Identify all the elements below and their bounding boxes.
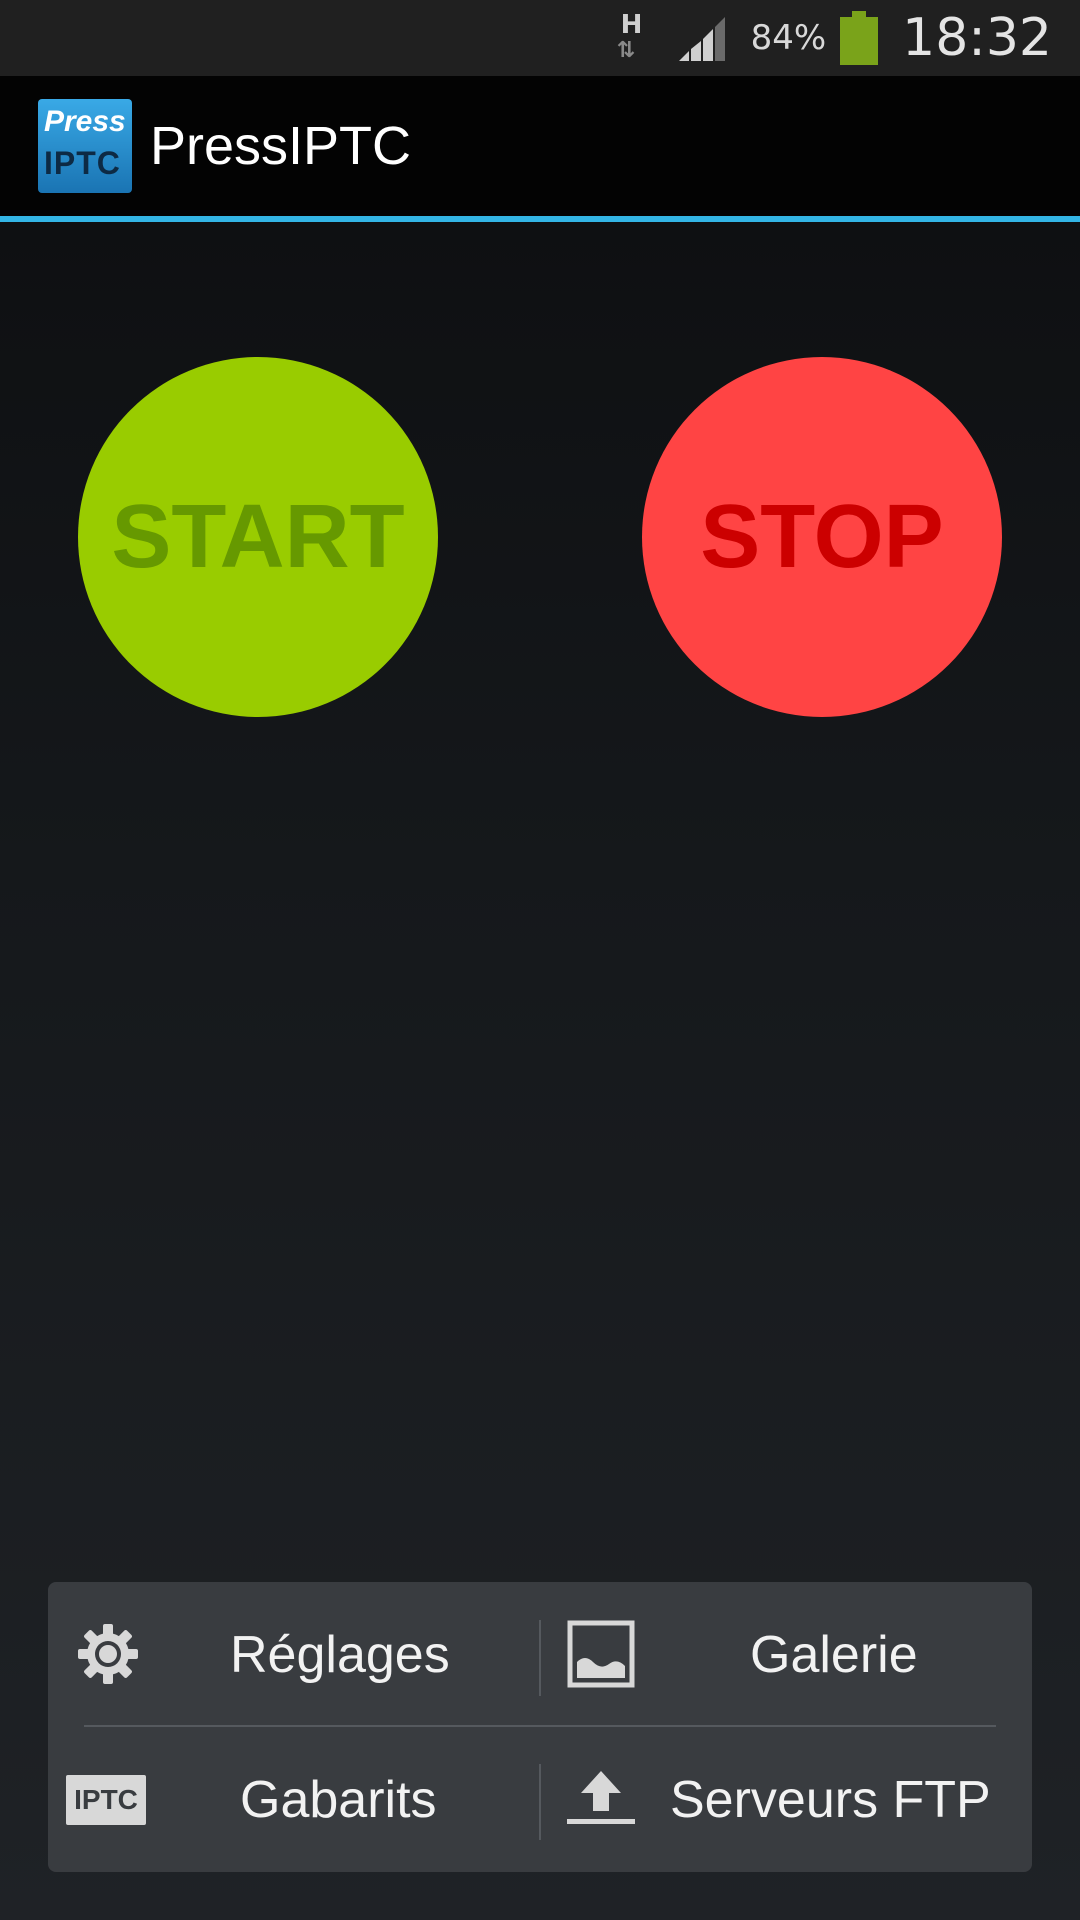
- iptc-badge-text: IPTC: [74, 1784, 138, 1815]
- status-bar: H ⇅ 84% 18:32: [0, 0, 1080, 76]
- battery-percent: 84%: [750, 18, 827, 58]
- gear-icon: [78, 1624, 138, 1684]
- menu-item-gabarits[interactable]: IPTC Gabarits: [48, 1727, 540, 1872]
- image-icon: [567, 1620, 635, 1688]
- logo-top-text: Press: [44, 105, 126, 138]
- menu-item-label: Galerie: [750, 1625, 918, 1684]
- upload-icon: [567, 1771, 635, 1824]
- logo-bottom-text: IPTC: [44, 145, 121, 181]
- stop-button[interactable]: STOP: [642, 357, 1002, 717]
- menu-item-label: Serveurs FTP: [670, 1770, 991, 1829]
- menu-item-label: Réglages: [230, 1625, 450, 1684]
- menu-item-reglages[interactable]: Réglages: [48, 1582, 540, 1727]
- app-logo-icon[interactable]: Press IPTC: [38, 99, 132, 193]
- action-bar: Press IPTC PressIPTC: [0, 76, 1080, 222]
- app-title: PressIPTC: [150, 116, 412, 176]
- data-transfer-icon: ⇅: [616, 38, 635, 63]
- network-type-label: H: [620, 10, 643, 40]
- menu-item-galerie[interactable]: Galerie: [540, 1582, 1032, 1727]
- signal-icon: [678, 17, 725, 61]
- menu-item-serveurs-ftp[interactable]: Serveurs FTP: [540, 1727, 1032, 1872]
- start-button[interactable]: START: [78, 357, 438, 717]
- network-type-icon: H ⇅: [613, 8, 653, 68]
- options-menu: Réglages Galerie IPTC Gabarits Serveurs …: [48, 1582, 1032, 1872]
- menu-item-label: Gabarits: [240, 1770, 437, 1829]
- clock: 18:32: [902, 8, 1052, 68]
- iptc-badge-icon: IPTC: [66, 1775, 146, 1825]
- battery-icon: [840, 11, 879, 65]
